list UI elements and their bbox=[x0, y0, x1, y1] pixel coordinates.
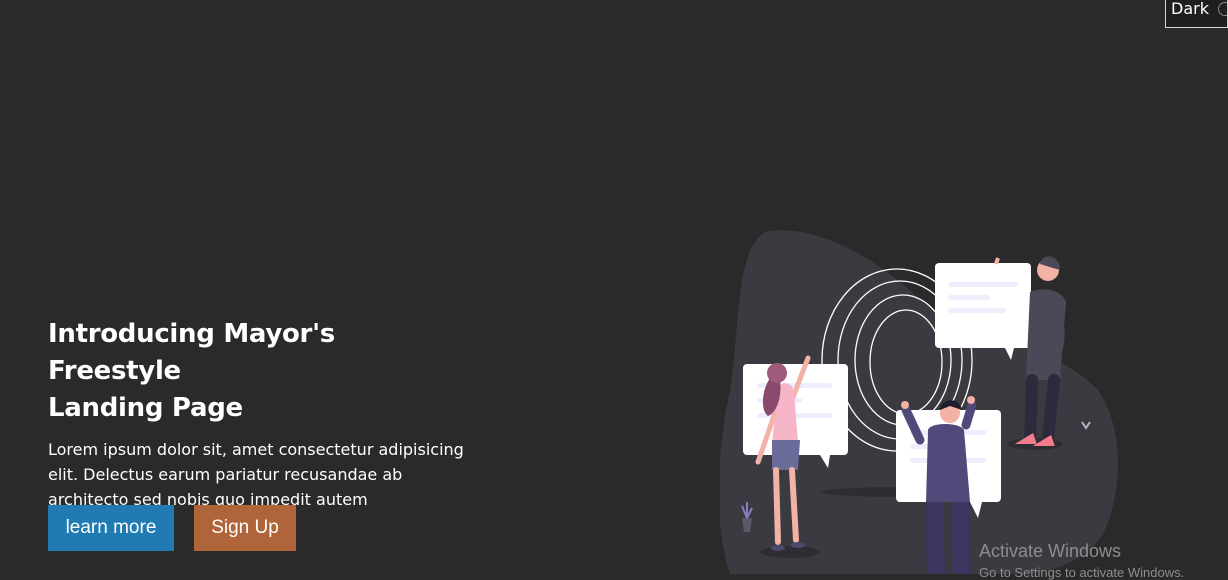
theme-toggle-label: Dark bbox=[1171, 0, 1209, 18]
activate-windows-title: Activate Windows bbox=[979, 541, 1122, 561]
hero-illustration bbox=[720, 230, 1122, 574]
activate-windows-subtitle: Go to Settings to activate Windows. bbox=[979, 565, 1185, 580]
hero-title-line1: Introducing Mayor's Freestyle bbox=[48, 319, 335, 386]
hero-section: Introducing Mayor's Freestyle Landing Pa… bbox=[48, 316, 468, 537]
learn-more-button[interactable]: learn more bbox=[48, 505, 174, 551]
hero-title: Introducing Mayor's Freestyle Landing Pa… bbox=[48, 316, 468, 427]
hero-title-line2: Landing Page bbox=[48, 393, 243, 423]
moon-icon bbox=[1218, 2, 1227, 16]
hero-desc-line2: elit. Delectus earum pariatur recusandae… bbox=[48, 465, 403, 484]
sign-up-button[interactable]: Sign Up bbox=[194, 505, 296, 551]
hero-desc-line1: Lorem ipsum dolor sit, amet consectetur … bbox=[48, 440, 464, 459]
theme-toggle[interactable]: Dark bbox=[1165, 0, 1228, 28]
team-collaboration-illustration bbox=[720, 230, 1119, 574]
